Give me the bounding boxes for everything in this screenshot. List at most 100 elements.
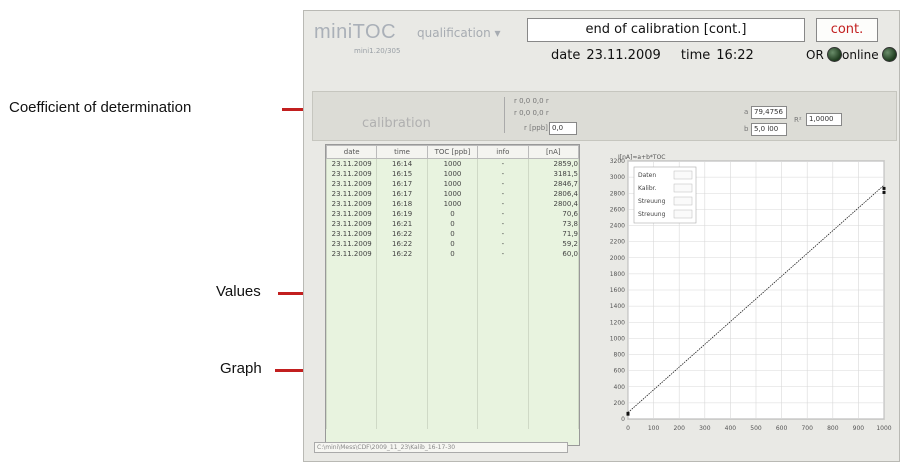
y-tick-label: 1400: [610, 303, 625, 310]
table-cell-empty: [426, 269, 479, 279]
table-cell-empty: [527, 299, 579, 309]
table-cell-empty: [326, 259, 378, 269]
legend-swatch: [673, 170, 693, 180]
table-cell-empty: [527, 389, 579, 399]
table-cell-empty: [426, 409, 479, 419]
table-cell-empty: [426, 309, 479, 319]
table-cell-empty: [477, 279, 529, 289]
table-row-empty: [326, 279, 579, 289]
x-tick-label: 200: [673, 425, 685, 432]
table-row[interactable]: 23.11.2009 16:15 1000-3181,5: [326, 169, 579, 179]
table-cell-empty: [426, 379, 479, 389]
table-cell-empty: [527, 339, 579, 349]
x-tick-label: 0: [626, 425, 630, 432]
table-cell-empty: [527, 349, 579, 359]
table-cell: 23.11.2009: [326, 229, 378, 239]
table-cell-empty: [426, 299, 479, 309]
col-header-time: time: [376, 145, 428, 159]
table-row-empty: [326, 419, 579, 429]
table-cell: 23.11.2009: [326, 158, 378, 169]
b-field[interactable]: 5,0 l00: [751, 123, 787, 136]
table-cell: 16:14: [376, 158, 428, 169]
table-cell: -: [477, 219, 529, 229]
table-cell: 23.11.2009: [326, 219, 378, 229]
table-row[interactable]: 23.11.2009 16:18 1000-2800,4: [326, 199, 579, 209]
table-row[interactable]: 23.11.2009 16:22 0-71,9: [326, 229, 579, 239]
table-cell: 1000: [426, 169, 479, 179]
table-cell-empty: [477, 369, 529, 379]
table-cell: -: [477, 158, 529, 169]
legend-swatch: [673, 183, 693, 193]
table-cell: -: [477, 209, 529, 219]
table-row-empty: [326, 329, 579, 339]
date-label: date: [551, 48, 581, 63]
y-tick-label: 1800: [610, 271, 625, 278]
table-cell: 1000: [426, 199, 479, 209]
table-cell: -: [477, 249, 529, 259]
table-cell-empty: [326, 289, 378, 299]
table-cell-empty: [376, 399, 428, 409]
table-cell-empty: [527, 279, 579, 289]
table-cell-empty: [426, 369, 479, 379]
table-row[interactable]: 23.11.2009 16:22 0-60,0: [326, 249, 579, 259]
table-cell: 70,6: [527, 209, 579, 219]
table-cell-empty: [326, 329, 378, 339]
table-cell-empty: [527, 419, 579, 429]
table-cell-empty: [527, 319, 579, 329]
table-cell-empty: [477, 359, 529, 369]
table-cell: 2800,4: [527, 199, 579, 209]
x-tick-label: 1000: [876, 425, 891, 432]
table-row[interactable]: 23.11.2009 16:14 1000-2859,0: [326, 158, 579, 169]
calibration-chart: 0 100 200 300 400 500 600 700 800 900 1000 0 200 400 6…: [610, 154, 892, 432]
table-cell: 16:17: [376, 189, 428, 199]
table-cell-empty: [477, 399, 529, 409]
r2-field[interactable]: 1,0000: [806, 113, 842, 126]
table-cell: 23.11.2009: [326, 239, 378, 249]
table-row[interactable]: 23.11.2009 16:17 1000-2806,4: [326, 189, 579, 199]
minitoc-window: miniTOC mini1.20/305 qualification ▾ end…: [303, 10, 900, 462]
col-header-date: date: [326, 145, 378, 159]
table-cell-empty: [326, 349, 378, 359]
chart-title: I[nA]≈a+b*TOC: [618, 154, 665, 161]
a-field[interactable]: 79,4756: [751, 106, 787, 119]
table-cell-empty: [326, 399, 378, 409]
continue-button[interactable]: cont.: [816, 18, 878, 42]
y-tick-label: 200: [614, 400, 626, 407]
table-cell: 3181,5: [527, 169, 579, 179]
legend-label: Streuung: [638, 211, 666, 218]
table-cell-empty: [477, 389, 529, 399]
table-cell-empty: [477, 289, 529, 299]
y-tick-label: 600: [614, 368, 626, 375]
date-value: 23.11.2009: [586, 48, 661, 63]
table-cell-empty: [326, 409, 378, 419]
table-cell: 16:21: [376, 219, 428, 229]
table-cell: 2859,0: [527, 158, 579, 169]
legend-label: Daten: [638, 172, 656, 179]
table-cell: 16:17: [376, 179, 428, 189]
table-cell: -: [477, 179, 529, 189]
table-row[interactable]: 23.11.2009 16:19 0-70,6: [326, 209, 579, 219]
table-cell-empty: [426, 359, 479, 369]
table-cell: -: [477, 229, 529, 239]
table-cell-empty: [326, 309, 378, 319]
table-cell-empty: [326, 299, 378, 309]
table-cell: -: [477, 169, 529, 179]
table-cell-empty: [376, 339, 428, 349]
table-cell-empty: [527, 359, 579, 369]
table-row[interactable]: 23.11.2009 16:21 0-73,8: [326, 219, 579, 229]
file-path: C:\mini\Mess\CDF\2009_11_23\Kalib_16-17-…: [314, 442, 568, 453]
table-cell: 73,8: [527, 219, 579, 229]
table-row[interactable]: 23.11.2009 16:22 0-59,2: [326, 239, 579, 249]
table-cell-empty: [376, 309, 428, 319]
table-row-empty: [326, 289, 579, 299]
mode-select[interactable]: qualification ▾: [417, 26, 501, 40]
calibration-row-2: r 0,0 0,0 r: [514, 109, 549, 117]
table-cell-empty: [326, 419, 378, 429]
r-ppb-field[interactable]: 0,0: [549, 122, 577, 135]
online-led-icon: [881, 47, 897, 62]
table-cell-empty: [426, 389, 479, 399]
x-tick-label: 500: [750, 425, 762, 432]
table-row[interactable]: 23.11.2009 16:17 1000-2846,7: [326, 179, 579, 189]
table-cell: 23.11.2009: [326, 179, 378, 189]
y-tick-label: 1000: [610, 335, 625, 342]
